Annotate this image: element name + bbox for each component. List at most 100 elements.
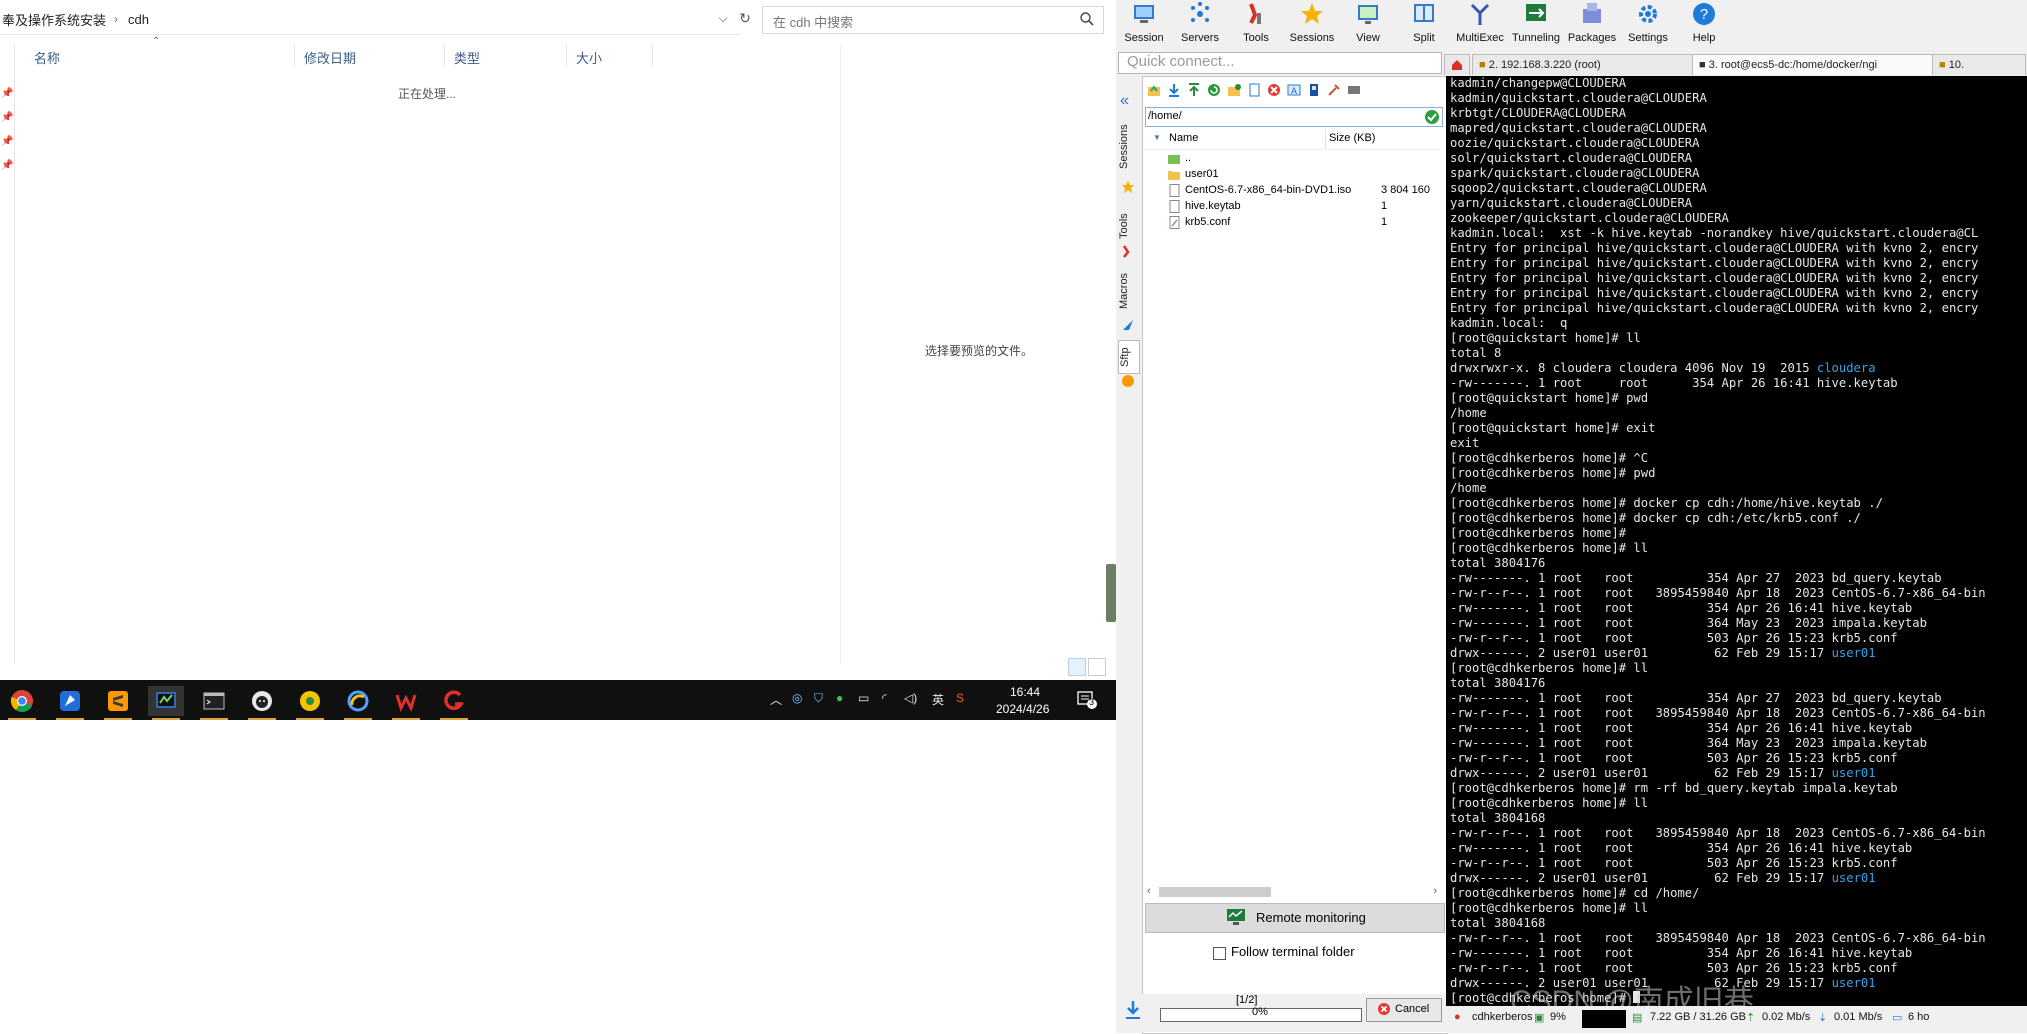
- tools-side-tab[interactable]: Tools: [1118, 206, 1138, 246]
- column-name[interactable]: Name: [1169, 132, 1198, 144]
- notification-icon[interactable]: 3: [1076, 690, 1098, 710]
- list-item[interactable]: user01: [1145, 167, 1441, 183]
- mobaxterm-icon[interactable]: [148, 686, 184, 720]
- column-type[interactable]: 类型: [454, 48, 480, 67]
- refresh-icon[interactable]: [1207, 83, 1221, 97]
- terminal-line: drwx------. 2 user01 user01 62 Feb 29 15…: [1450, 766, 1876, 780]
- wechat-icon[interactable]: ●: [836, 691, 843, 705]
- tunneling-button[interactable]: Tunneling: [1508, 0, 1564, 46]
- sogou-ime-icon[interactable]: S: [956, 691, 964, 705]
- breadcrumb-current[interactable]: cdh: [128, 12, 149, 27]
- new-file-icon[interactable]: [1247, 83, 1261, 97]
- column-divider[interactable]: [294, 44, 295, 66]
- terminal-line: -rw-------. 1 root root 354 Apr 26 16:41…: [1450, 376, 1898, 390]
- session-button[interactable]: Session: [1116, 0, 1172, 46]
- split-button[interactable]: Split: [1396, 0, 1452, 46]
- wifi-icon[interactable]: ◜: [882, 691, 887, 705]
- parent-folder-icon[interactable]: [1147, 83, 1161, 97]
- follow-terminal-folder[interactable]: Follow terminal folder: [1145, 941, 1443, 965]
- clock-time[interactable]: 16:44: [1010, 685, 1040, 699]
- scrollbar-thumb[interactable]: [1159, 887, 1271, 897]
- tab-session-3[interactable]: ■ 3. root@ecs5-dc:/home/docker/ngi: [1692, 54, 1942, 75]
- new-folder-icon[interactable]: [1227, 83, 1241, 97]
- column-divider[interactable]: [1325, 129, 1326, 149]
- tab-session-10[interactable]: ■ 10.: [1932, 54, 2026, 75]
- tools-icon: [1249, 3, 1261, 24]
- servers-button[interactable]: Servers: [1172, 0, 1228, 46]
- macros-side-tab[interactable]: Macros: [1118, 266, 1138, 316]
- preview-pane-divider[interactable]: [840, 44, 841, 664]
- feishu-icon[interactable]: [52, 686, 88, 720]
- quick-connect-input[interactable]: Quick connect...: [1118, 52, 1442, 74]
- tools-icon: [1122, 245, 1130, 258]
- network-app-icon[interactable]: ◎: [792, 691, 802, 705]
- permissions-icon[interactable]: [1307, 83, 1321, 97]
- yellow-app-icon[interactable]: [292, 686, 328, 720]
- large-icons-view-icon[interactable]: [1088, 658, 1106, 676]
- pick-icon[interactable]: [1327, 83, 1341, 97]
- scroll-left-icon[interactable]: ‹: [1147, 885, 1151, 897]
- list-item[interactable]: hive.keytab 1: [1145, 199, 1441, 215]
- column-size[interactable]: Size (KB): [1329, 132, 1375, 144]
- remote-path-value: /home/: [1148, 110, 1182, 122]
- chevron-up-icon[interactable]: ︿: [770, 691, 782, 708]
- column-name[interactable]: 名称: [34, 48, 60, 67]
- chrome-icon[interactable]: [4, 686, 40, 720]
- clock-date[interactable]: 2024/4/26: [996, 702, 1049, 716]
- column-divider[interactable]: [444, 44, 445, 66]
- help-button[interactable]: ? Help: [1676, 0, 1732, 46]
- tools-button[interactable]: Tools: [1228, 0, 1284, 46]
- details-view-icon[interactable]: [1068, 658, 1086, 676]
- sublime-icon[interactable]: [100, 686, 136, 720]
- sftp-side-tab[interactable]: Sftp: [1118, 340, 1140, 374]
- wps-icon[interactable]: [388, 686, 424, 720]
- breadcrumb-parent[interactable]: 奉及操作系统安装: [2, 10, 106, 29]
- ime-indicator[interactable]: 英: [932, 691, 944, 708]
- search-input[interactable]: 在 cdh 中搜索: [762, 6, 1104, 34]
- battery-icon[interactable]: ▭: [858, 691, 869, 705]
- column-divider[interactable]: [652, 44, 653, 66]
- settings-button[interactable]: Settings: [1620, 0, 1676, 46]
- refresh-icon[interactable]: ↻: [736, 8, 754, 28]
- scroll-right-icon[interactable]: ›: [1433, 885, 1437, 897]
- horizontal-scrollbar[interactable]: ‹ ›: [1145, 885, 1441, 899]
- sessions-button[interactable]: Sessions: [1284, 0, 1340, 46]
- list-item[interactable]: ..: [1145, 151, 1441, 167]
- multiexec-button[interactable]: MultiExec: [1452, 0, 1508, 46]
- remote-path-input[interactable]: /home/: [1145, 107, 1443, 127]
- shield-icon[interactable]: ⛉: [814, 691, 823, 706]
- terminal-view-icon[interactable]: [1347, 83, 1361, 97]
- github-desktop-icon[interactable]: [244, 686, 280, 720]
- checkmark-icon[interactable]: [1424, 109, 1440, 125]
- packages-button[interactable]: Packages: [1564, 0, 1620, 46]
- remote-monitoring-button[interactable]: Remote monitoring: [1145, 903, 1445, 933]
- address-bar[interactable]: 奉及操作系统安装 › cdh: [0, 4, 740, 35]
- status-bar: ● cdhkerberos ▣ 9% ▤ 7.22 GB / 31.26 GB …: [1446, 1006, 2027, 1033]
- column-date[interactable]: 修改日期: [304, 48, 356, 67]
- cancel-button[interactable]: Cancel: [1366, 998, 1442, 1022]
- rename-icon[interactable]: A: [1287, 83, 1301, 97]
- home-tab[interactable]: [1444, 54, 1470, 75]
- follow-terminal-checkbox[interactable]: [1213, 947, 1226, 960]
- terminal-line: -rw-r--r--. 1 root root 3895459840 Apr 1…: [1450, 586, 1986, 600]
- chevron-down-icon[interactable]: ⌵: [714, 8, 732, 28]
- collapse-sidebar-icon[interactable]: «: [1120, 92, 1129, 110]
- window-resize-grip[interactable]: [1106, 564, 1116, 622]
- terminal-line: -rw-r--r--. 1 root root 3895459840 Apr 1…: [1450, 706, 1986, 720]
- view-button[interactable]: View: [1340, 0, 1396, 46]
- column-size[interactable]: 大小: [576, 48, 602, 67]
- tab-session-2[interactable]: ■ 2. 192.168.3.220 (root): [1472, 54, 1702, 75]
- list-item[interactable]: krb5.conf 1: [1145, 215, 1441, 231]
- upload-icon[interactable]: [1187, 83, 1201, 97]
- delete-icon[interactable]: [1267, 83, 1281, 97]
- red-app-icon[interactable]: [436, 686, 472, 720]
- column-divider[interactable]: [566, 44, 567, 66]
- config-file-icon: [1169, 216, 1180, 229]
- volume-icon[interactable]: ◁): [904, 691, 917, 705]
- terminal-icon[interactable]: [196, 686, 232, 720]
- browser-icon[interactable]: [340, 686, 376, 720]
- terminal-output[interactable]: kadmin/changepw@CLOUDERA kadmin/quicksta…: [1446, 76, 2027, 1006]
- sessions-side-tab[interactable]: Sessions: [1118, 122, 1138, 172]
- list-item[interactable]: CentOS-6.7-x86_64-bin-DVD1.iso 3 804 160: [1145, 183, 1441, 199]
- download-icon[interactable]: [1167, 83, 1181, 97]
